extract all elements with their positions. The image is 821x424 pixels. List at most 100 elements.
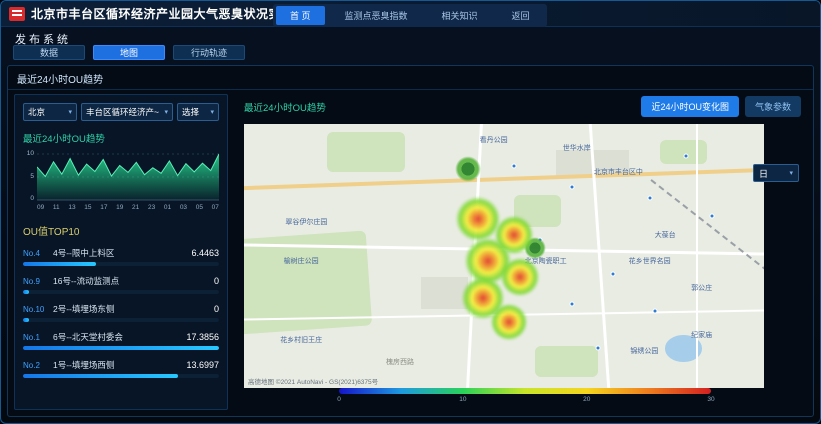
legend-tick: 10 bbox=[459, 396, 466, 403]
top10-row[interactable]: No.916号--流动监测点 0 bbox=[23, 275, 219, 294]
station-select[interactable]: 选择 ▾ bbox=[177, 103, 219, 121]
nav-back[interactable]: 返回 bbox=[498, 6, 544, 25]
progress-fill bbox=[23, 318, 29, 322]
map-park-area bbox=[327, 132, 405, 172]
map-label: 看丹公园 bbox=[480, 135, 508, 145]
chart-area bbox=[37, 154, 219, 200]
station-name: 1号--填埋场西侧 bbox=[53, 359, 182, 371]
city-select-value: 北京 bbox=[28, 106, 45, 118]
app-root: 北京市丰台区循环经济产业园大气恶臭状况实时 首 页 监测点恶臭指数 相关知识 返… bbox=[0, 0, 821, 424]
top10-row[interactable]: No.44号--限中上料区6.4463 bbox=[23, 247, 219, 266]
rank-label: No.4 bbox=[23, 249, 53, 258]
top10-title: OU值TOP10 bbox=[23, 223, 219, 238]
ou-value: 0 bbox=[214, 276, 219, 286]
x-tick: 01 bbox=[164, 204, 171, 211]
weather-params-button[interactable]: 气象参数 bbox=[745, 96, 801, 117]
heatmap-blob-green bbox=[455, 156, 481, 182]
map-marker-icon bbox=[652, 309, 657, 314]
map-label: 大葆台 bbox=[655, 230, 676, 240]
station-name: 6号--北天堂村委会 bbox=[53, 331, 182, 343]
top10-row[interactable]: No.21号--填埋场西侧13.6997 bbox=[23, 359, 219, 378]
nav-odor-index[interactable]: 监测点恶臭指数 bbox=[331, 6, 422, 25]
rank-label: No.10 bbox=[23, 305, 53, 314]
x-tick: 03 bbox=[180, 204, 187, 211]
app-title: 北京市丰台区循环经济产业园大气恶臭状况实时 bbox=[31, 5, 294, 22]
map-marker-icon bbox=[647, 195, 652, 200]
progress-track bbox=[23, 374, 219, 378]
map-label: 纪家庙 bbox=[691, 330, 712, 340]
top10-row[interactable]: No.102号--填埋场东侧 0 bbox=[23, 303, 219, 322]
chevron-down-icon: ▾ bbox=[210, 108, 214, 116]
chevron-down-icon: ▾ bbox=[68, 108, 72, 116]
x-tick: 23 bbox=[148, 204, 155, 211]
progress-track bbox=[23, 346, 219, 350]
x-tick: 11 bbox=[53, 204, 60, 211]
district-select[interactable]: 丰台区循环经济产~ ▾ bbox=[81, 103, 173, 121]
map-marker-icon bbox=[710, 214, 715, 219]
x-tick: 09 bbox=[37, 204, 44, 211]
progress-track bbox=[23, 290, 219, 294]
progress-fill bbox=[23, 290, 29, 294]
main-frame: 最近24小时OU趋势 北京 ▾ 丰台区循环经济产~ ▾ 选择 ▾ 最近24小时O… bbox=[7, 65, 814, 417]
map-label: 翠谷伊尔庄园 bbox=[285, 217, 327, 227]
map-label: 北京市丰台区中 bbox=[594, 167, 643, 177]
station-name: 2号--填埋场东侧 bbox=[53, 303, 210, 315]
map-label: 榆树庄公园 bbox=[284, 256, 319, 266]
station-name: 16号--流动监测点 bbox=[53, 275, 210, 287]
map-label: 世华水岸 bbox=[563, 143, 591, 153]
x-tick: 21 bbox=[132, 204, 139, 211]
x-tick: 07 bbox=[212, 204, 219, 211]
filter-row: 北京 ▾ 丰台区循环经济产~ ▾ 选择 ▾ bbox=[23, 103, 219, 121]
map-panel-title: 最近24小时OU趋势 bbox=[244, 100, 326, 114]
map-label: 槐房西路 bbox=[386, 357, 414, 367]
rank-label: No.9 bbox=[23, 277, 53, 286]
x-tick: 13 bbox=[68, 204, 75, 211]
view-tabs: 数据 地图 行动轨迹 bbox=[13, 45, 245, 60]
x-tick: 19 bbox=[116, 204, 123, 211]
chevron-down-icon: ▾ bbox=[789, 169, 793, 177]
map-marker-icon bbox=[684, 153, 689, 158]
header: 北京市丰台区循环经济产业园大气恶臭状况实时 首 页 监测点恶臭指数 相关知识 返… bbox=[1, 1, 820, 27]
ou-change-map-button[interactable]: 近24小时OU变化图 bbox=[641, 96, 739, 117]
map-marker-icon bbox=[512, 164, 517, 169]
period-select[interactable]: 日 ▾ bbox=[753, 164, 799, 182]
map-park-area bbox=[660, 140, 707, 164]
map-label: 郭公庄 bbox=[691, 283, 712, 293]
map-marker-icon bbox=[595, 346, 600, 351]
heatmap-blob bbox=[500, 257, 540, 297]
station-select-value: 选择 bbox=[182, 106, 199, 118]
top10-row[interactable]: No.16号--北天堂村委会17.3856 bbox=[23, 331, 219, 350]
tab-data[interactable]: 数据 bbox=[13, 45, 85, 60]
legend-tick: 30 bbox=[707, 396, 714, 403]
city-select[interactable]: 北京 ▾ bbox=[23, 103, 77, 121]
map-canvas[interactable]: 看丹公园 世华水岸 榆树庄公园 翠谷伊尔庄园 北京市丰台区中 大葆台 北京陶瓷职… bbox=[244, 124, 764, 388]
heatmap-blob bbox=[490, 303, 528, 341]
x-tick: 17 bbox=[100, 204, 107, 211]
trend-chart: 10 5 0 bbox=[23, 150, 219, 202]
map-urban-block bbox=[421, 277, 468, 309]
rank-label: No.2 bbox=[23, 361, 53, 370]
nav-home[interactable]: 首 页 bbox=[276, 6, 325, 25]
ou-value: 0 bbox=[214, 304, 219, 314]
ou-value: 6.4463 bbox=[191, 248, 219, 258]
map-panel: 最近24小时OU趋势 近24小时OU变化图 气象参数 bbox=[234, 94, 807, 410]
map-panel-header: 最近24小时OU趋势 近24小时OU变化图 气象参数 bbox=[244, 96, 801, 117]
map-label: 花乡世界名园 bbox=[629, 256, 671, 266]
heatmap-legend: 0 10 20 30 bbox=[339, 388, 711, 404]
progress-fill bbox=[23, 346, 219, 350]
progress-track bbox=[23, 262, 219, 266]
nav-knowledge[interactable]: 相关知识 bbox=[428, 6, 492, 25]
x-tick: 15 bbox=[84, 204, 91, 211]
trend-chart-svg bbox=[37, 150, 219, 202]
progress-fill bbox=[23, 374, 178, 378]
tab-map[interactable]: 地图 bbox=[93, 45, 165, 60]
map-label: 锦绣公园 bbox=[630, 346, 658, 356]
progress-fill bbox=[23, 262, 96, 266]
map-label: 花乡村旧王庄 bbox=[280, 335, 322, 345]
legend-tick: 0 bbox=[337, 396, 341, 403]
rank-label: No.1 bbox=[23, 333, 53, 342]
map-marker-icon bbox=[569, 185, 574, 190]
tab-track[interactable]: 行动轨迹 bbox=[173, 45, 245, 60]
map-road bbox=[244, 167, 764, 190]
left-panel: 北京 ▾ 丰台区循环经济产~ ▾ 选择 ▾ 最近24小时OU趋势 10 5 0 bbox=[14, 94, 228, 410]
